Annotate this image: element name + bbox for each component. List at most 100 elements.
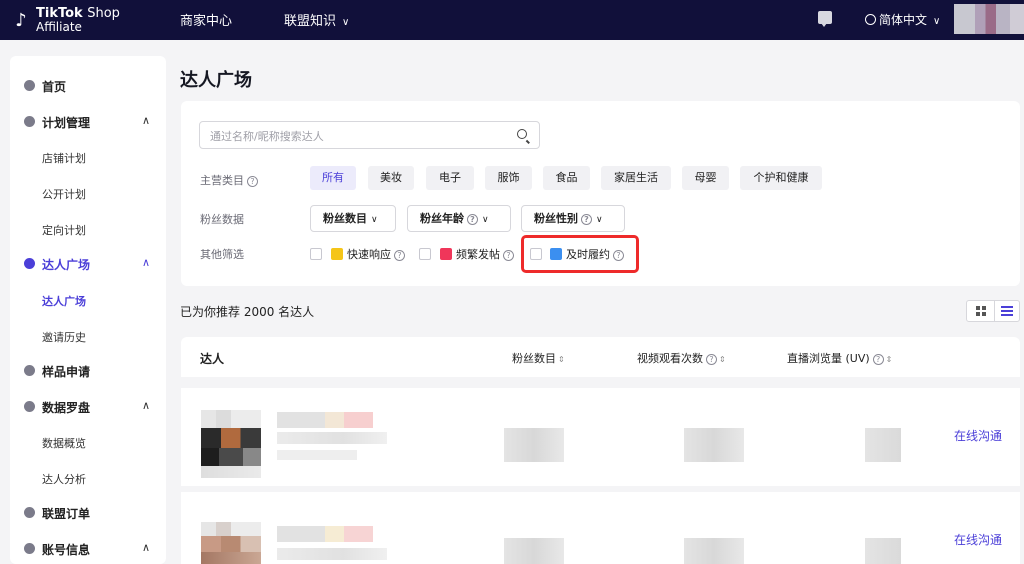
fans-count-dropdown[interactable]: 粉丝数目 ∨: [310, 205, 396, 232]
sidebar-subitem-invite-history[interactable]: 邀请历史: [42, 329, 86, 345]
sidebar-subitem-data-overview[interactable]: 数据概览: [42, 435, 86, 451]
order-icon: [24, 507, 35, 518]
table-row[interactable]: [181, 492, 1020, 564]
creator-handle: [277, 548, 387, 560]
sample-icon: [24, 365, 35, 376]
chevron-down-icon: ∨: [933, 16, 941, 27]
live-uv-value: [865, 428, 901, 462]
category-chip-maternal-baby[interactable]: 母婴: [682, 166, 729, 190]
sidebar-item-home[interactable]: 首页: [10, 76, 166, 96]
frequent-posting-checkbox[interactable]: [419, 248, 431, 260]
chevron-up-icon: ∧: [142, 541, 151, 554]
top-bar: ♪ TikTok Shop Affiliate 商家中心 联盟知识 ∨ 简体中文 ∨: [0, 0, 1024, 40]
table-row[interactable]: [181, 388, 1020, 486]
logo-shop: Shop: [87, 6, 120, 21]
list-view-icon[interactable]: [1001, 306, 1013, 316]
column-live-uv[interactable]: 直播浏览量 (UV)? ⇕: [787, 350, 892, 366]
help-icon[interactable]: ?: [394, 250, 405, 261]
chevron-down-icon: ∨: [371, 215, 378, 225]
logo-affiliate: Affiliate: [36, 20, 82, 34]
category-filter-label: 主营类目?: [200, 172, 258, 188]
sort-icon: ⇕: [719, 355, 726, 364]
creator-icon: [24, 258, 35, 269]
nav-merchant-center[interactable]: 商家中心: [180, 10, 232, 29]
page-title: 达人广场: [180, 70, 252, 91]
fans-filter-label: 粉丝数据: [200, 213, 244, 226]
account-icon: [24, 543, 35, 554]
help-icon[interactable]: ?: [581, 214, 592, 225]
chevron-up-icon: ∧: [142, 399, 151, 412]
video-views-value: [684, 428, 744, 462]
fans-count-value: [504, 538, 564, 564]
view-toggle: [966, 300, 1020, 322]
category-chip-all[interactable]: 所有: [310, 166, 356, 190]
logo-brand: TikTok: [36, 6, 83, 21]
sidebar-item-sample-request[interactable]: 样品申请: [10, 361, 166, 381]
column-creator: 达人: [200, 352, 225, 366]
category-chip-apparel[interactable]: 服饰: [485, 166, 532, 190]
sidebar-item-affiliate-orders[interactable]: 联盟订单: [10, 503, 166, 523]
user-avatar[interactable]: [954, 4, 1024, 34]
fast-response-label: 快速响应?: [347, 246, 405, 262]
sidebar-item-data-compass[interactable]: 数据罗盘 ∧: [10, 397, 166, 417]
online-chat-button[interactable]: 在线沟通: [954, 531, 1002, 548]
category-chip-beauty[interactable]: 美妆: [368, 166, 414, 190]
sidebar-subitem-creator-square[interactable]: 达人广场: [42, 293, 86, 309]
result-count-text: 已为你推荐 2000 名达人: [180, 305, 315, 319]
sort-icon: ⇕: [558, 355, 565, 364]
category-chip-home-living[interactable]: 家居生活: [601, 166, 671, 190]
category-chip-food[interactable]: 食品: [543, 166, 590, 190]
creator-name: [277, 526, 373, 542]
home-icon: [24, 80, 35, 91]
fast-response-checkbox[interactable]: [310, 248, 322, 260]
video-icon: [440, 248, 452, 260]
help-icon[interactable]: ?: [247, 176, 258, 187]
globe-icon: [865, 14, 876, 25]
help-icon[interactable]: ?: [706, 354, 717, 365]
tiktok-note-icon: ♪: [15, 10, 27, 31]
creator-name: [277, 412, 373, 428]
lightning-icon: [331, 248, 343, 260]
fans-count-value: [504, 428, 564, 462]
compass-icon: [24, 401, 35, 412]
sidebar-subitem-targeted-plan[interactable]: 定向计划: [42, 222, 86, 238]
category-chip-electronics[interactable]: 电子: [426, 166, 474, 190]
sidebar-item-account-info[interactable]: 账号信息 ∧: [10, 539, 166, 559]
creator-tags: [277, 450, 357, 460]
search-icon[interactable]: [517, 129, 527, 139]
sidebar-item-creator-square[interactable]: 达人广场 ∧: [10, 254, 166, 274]
chevron-down-icon: ∨: [342, 17, 350, 28]
category-chip-personal-care[interactable]: 个护和健康: [740, 166, 822, 190]
nav-affiliate-knowledge[interactable]: 联盟知识 ∨: [284, 10, 349, 29]
chevron-down-icon: ∨: [482, 215, 489, 225]
language-selector[interactable]: 简体中文 ∨: [865, 11, 940, 28]
message-icon[interactable]: [818, 11, 832, 27]
sidebar-subitem-public-plan[interactable]: 公开计划: [42, 186, 86, 202]
other-filter-label: 其他筛选: [200, 248, 244, 261]
fans-gender-dropdown[interactable]: 粉丝性别? ∨: [521, 205, 625, 232]
chevron-down-icon: ∨: [596, 215, 603, 225]
highlight-box: [521, 235, 639, 273]
creator-avatar: [201, 410, 261, 478]
sidebar: [10, 56, 166, 564]
chevron-up-icon: ∧: [142, 114, 151, 127]
sidebar-subitem-creator-analysis[interactable]: 达人分析: [42, 471, 86, 487]
fans-age-dropdown[interactable]: 粉丝年龄? ∨: [407, 205, 511, 232]
plan-icon: [24, 116, 35, 127]
creator-avatar: [201, 522, 261, 564]
sidebar-subitem-store-plan[interactable]: 店铺计划: [42, 150, 86, 166]
search-input[interactable]: 通过名称/昵称搜索达人: [199, 121, 540, 149]
frequent-posting-label: 频繁发帖?: [456, 246, 514, 262]
help-icon[interactable]: ?: [503, 250, 514, 261]
sidebar-item-plan-management[interactable]: 计划管理 ∧: [10, 112, 166, 132]
creator-handle: [277, 432, 387, 444]
help-icon[interactable]: ?: [872, 354, 884, 365]
column-video-views[interactable]: 视频观看次数? ⇕: [637, 350, 726, 366]
chevron-up-icon: ∧: [142, 256, 151, 269]
grid-view-icon[interactable]: [976, 306, 986, 316]
online-chat-button[interactable]: 在线沟通: [954, 427, 1002, 444]
search-placeholder: 通过名称/昵称搜索达人: [210, 130, 324, 143]
help-icon[interactable]: ?: [467, 214, 478, 225]
tiktok-shop-affiliate-logo[interactable]: ♪ TikTok Shop Affiliate: [10, 4, 120, 36]
column-fans-count[interactable]: 粉丝数目 ⇕: [512, 350, 565, 366]
